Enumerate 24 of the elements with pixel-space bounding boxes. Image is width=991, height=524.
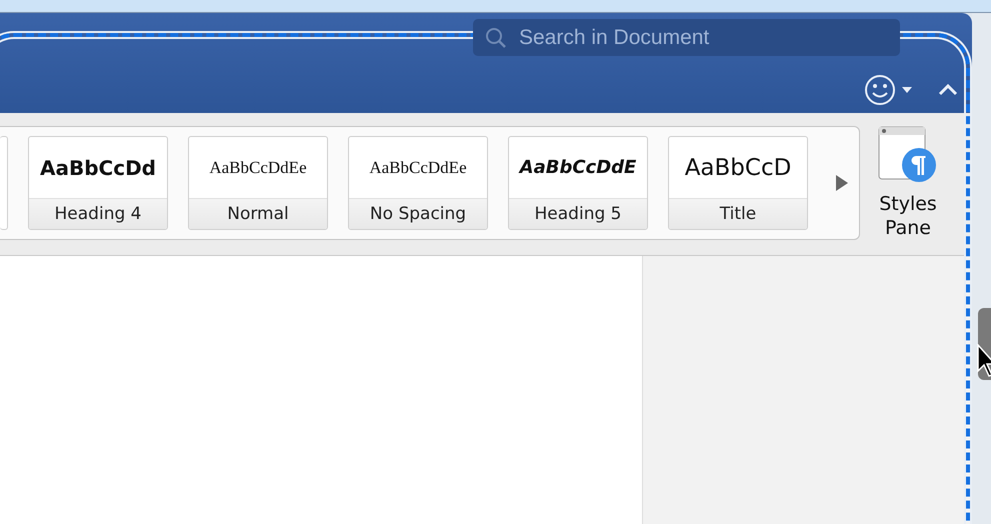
style-label: Heading 4: [29, 198, 167, 229]
caret-icon[interactable]: [902, 87, 912, 93]
style-label: No Spacing: [349, 198, 487, 229]
style-tile[interactable]: AaBbCcD Title: [668, 136, 808, 230]
style-label: Heading 5: [509, 198, 647, 229]
next-arrow-icon[interactable]: [836, 175, 848, 191]
styles-pane-button[interactable]: Styles Pane: [864, 126, 952, 240]
smiley-icon[interactable]: [864, 74, 896, 106]
style-label: Title: [669, 198, 807, 229]
style-preview: AaBbCcDdEe: [208, 156, 308, 178]
style-tile[interactable]: AaBbCcDdEe No Spacing: [348, 136, 488, 230]
style-preview: AaBbCcDdEe: [368, 156, 468, 178]
style-preview: AaBbCcDdE: [518, 156, 638, 180]
style-tile[interactable]: AaBbCcDd Heading 4: [28, 136, 168, 230]
chevron-up-icon[interactable]: [938, 84, 958, 96]
style-preview: AaBbCcDd: [39, 154, 157, 182]
style-tile[interactable]: AaBbCcDdEe Normal: [188, 136, 328, 230]
mouse-pointer-icon: [977, 344, 991, 378]
styles-pane-icon: [878, 126, 938, 184]
style-tile[interactable]: AaBbCcDdE Heading 5: [508, 136, 648, 230]
search-icon: [485, 27, 507, 49]
style-label: Normal: [189, 198, 327, 229]
style-preview: AaBbCcD: [684, 154, 792, 182]
search-field[interactable]: Search in Document: [473, 19, 900, 56]
